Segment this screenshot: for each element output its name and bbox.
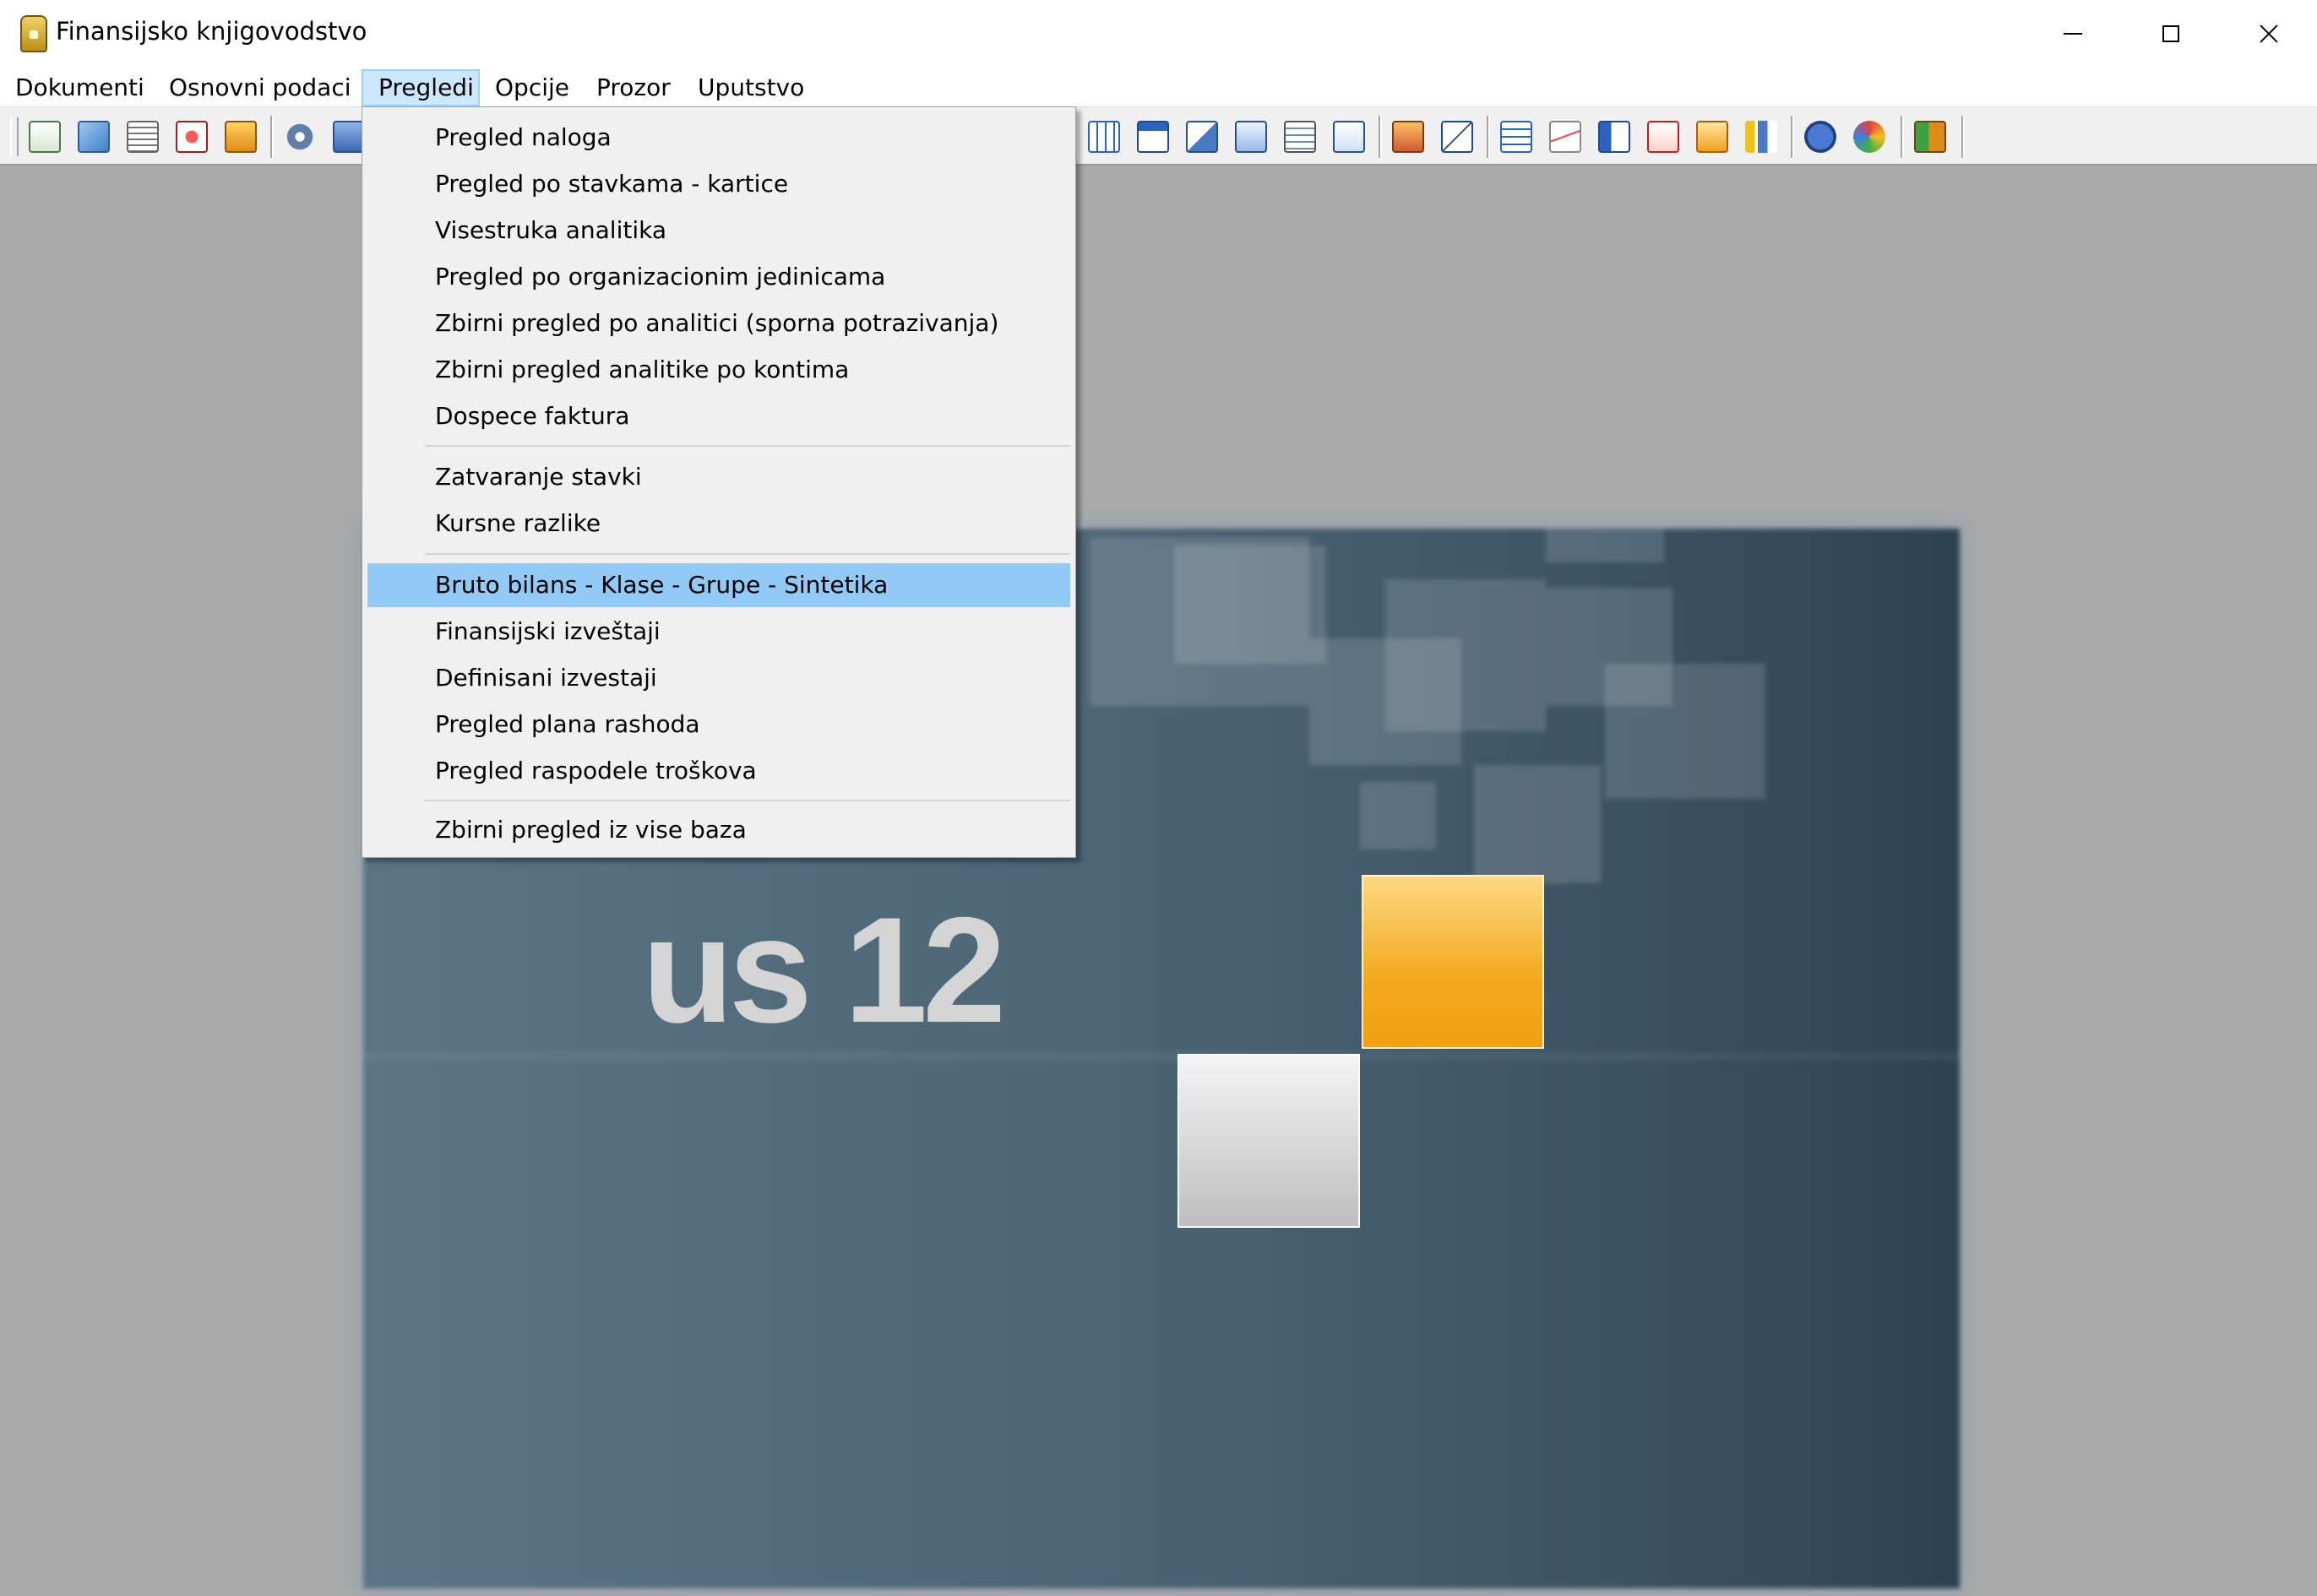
refresh-icon[interactable]	[78, 121, 110, 153]
splash-decoration	[1474, 765, 1601, 883]
help-icon[interactable]	[1804, 121, 1836, 153]
menu-item-bruto-bilans[interactable]: Bruto bilans - Klase - Grupe - Sintetika	[367, 563, 1070, 607]
menu-separator	[425, 445, 1070, 447]
mdi-workspace: us 12	[0, 166, 2317, 1596]
copy-windows-icon[interactable]	[1186, 121, 1218, 153]
window-title: Finansijsko knjigovodstvo	[56, 17, 367, 46]
org-chart-red-icon[interactable]	[1647, 121, 1679, 153]
toolbar-separator	[1901, 116, 1904, 158]
menu-uputstvo[interactable]: Uputstvo	[683, 69, 819, 106]
menu-item-pregled-raspodele-troskova[interactable]: Pregled raspodele troškova	[367, 749, 1070, 793]
red-document-icon[interactable]	[176, 121, 208, 153]
menu-opcije[interactable]: Opcije	[480, 69, 585, 106]
splash-orange-square	[1362, 875, 1544, 1049]
menu-item-pregled-po-stavkama[interactable]: Pregled po stavkama - kartice	[367, 162, 1070, 206]
menu-item-zbirni-pregled-analitike-po-kontima[interactable]: Zbirni pregled analitike po kontima	[367, 348, 1070, 392]
exit-door-icon[interactable]	[1914, 121, 1946, 153]
chart-window-icon[interactable]	[1333, 121, 1365, 153]
table-icon[interactable]	[1284, 121, 1316, 153]
gear-icon[interactable]	[284, 121, 316, 153]
folder-icon[interactable]	[225, 121, 257, 153]
menu-item-definisani-izvestaji[interactable]: Definisani izvestaji	[367, 656, 1070, 700]
toolbar-separator	[270, 116, 274, 158]
menu-item-finansijski-izvestaji[interactable]: Finansijski izveštaji	[367, 610, 1070, 654]
menu-separator	[425, 800, 1070, 801]
menu-osnovni-podaci[interactable]: Osnovni podaci	[154, 69, 367, 106]
menu-dokumenti[interactable]: Dokumenti	[0, 69, 160, 106]
splash-decoration	[1309, 638, 1461, 765]
menu-item-pregled-naloga[interactable]: Pregled naloga	[367, 116, 1070, 160]
menu-item-pregled-po-org-jedinicama[interactable]: Pregled po organizacionim jedinicama	[367, 255, 1070, 299]
close-icon	[2260, 24, 2278, 43]
menu-item-visestruka-analitika[interactable]: Visestruka analitika	[367, 209, 1070, 252]
toolbar-grip[interactable]	[10, 117, 19, 156]
toolbar-separator	[1379, 116, 1382, 158]
menu-bar: Dokumenti Osnovni podaci Pregledi Opcije…	[0, 69, 2317, 106]
pregledi-dropdown-menu: Pregled naloga Pregled po stavkama - kar…	[362, 106, 1076, 858]
splash-grey-square	[1178, 1054, 1360, 1228]
calendar-icon[interactable]	[1137, 121, 1169, 153]
title-bar: Finansijsko knjigovodstvo	[0, 0, 2317, 69]
maximize-button[interactable]	[2122, 0, 2220, 68]
list-icon[interactable]	[127, 121, 159, 153]
menu-item-pregled-plana-rashoda[interactable]: Pregled plana rashoda	[367, 703, 1070, 746]
toolbar-separator	[1487, 116, 1490, 158]
app-jar-icon[interactable]	[20, 15, 47, 52]
document-green-icon[interactable]	[29, 121, 61, 153]
plus-minus-icon[interactable]	[1441, 121, 1473, 153]
export-icon[interactable]	[1235, 121, 1267, 153]
minimize-icon	[2064, 33, 2082, 35]
toolbar-separator	[1961, 116, 1965, 158]
maximize-icon	[2162, 25, 2179, 42]
grid-icon[interactable]	[1088, 121, 1120, 153]
table-blue-icon[interactable]	[1500, 121, 1532, 153]
tree-icon[interactable]	[1598, 121, 1630, 153]
toolbar-separator	[1791, 116, 1794, 158]
blue-window-icon[interactable]	[333, 121, 365, 153]
menu-item-zatvaranje-stavki[interactable]: Zatvaranje stavki	[367, 455, 1070, 499]
color-wheel-icon[interactable]	[1853, 121, 1885, 153]
splash-decoration	[363, 1052, 1960, 1061]
line-chart-icon[interactable]	[1549, 121, 1581, 153]
menu-item-zbirni-pregled-iz-vise-baza[interactable]: Zbirni pregled iz vise baza	[367, 808, 1070, 852]
folder-chart-icon[interactable]	[1392, 121, 1424, 153]
bar-chart-icon[interactable]	[1745, 121, 1777, 153]
toolbar	[0, 106, 2317, 166]
splash-logo-text: us 12	[642, 886, 1006, 1054]
menu-pregledi[interactable]: Pregledi	[362, 69, 480, 106]
menu-item-zbirni-pregled-po-analitici[interactable]: Zbirni pregled po analitici (sporna potr…	[367, 301, 1070, 345]
menu-item-dospece-faktura[interactable]: Dospece faktura	[367, 394, 1070, 438]
org-chart-orange-icon[interactable]	[1696, 121, 1728, 153]
menu-prozor[interactable]: Prozor	[581, 69, 686, 106]
splash-decoration	[1360, 782, 1436, 850]
splash-decoration	[1605, 664, 1765, 799]
menu-item-kursne-razlike[interactable]: Kursne razlike	[367, 502, 1070, 546]
splash-decoration	[1174, 546, 1326, 664]
minimize-button[interactable]	[2024, 0, 2122, 68]
splash-decoration	[1546, 529, 1664, 562]
close-button[interactable]	[2220, 0, 2317, 68]
menu-separator	[425, 553, 1070, 555]
